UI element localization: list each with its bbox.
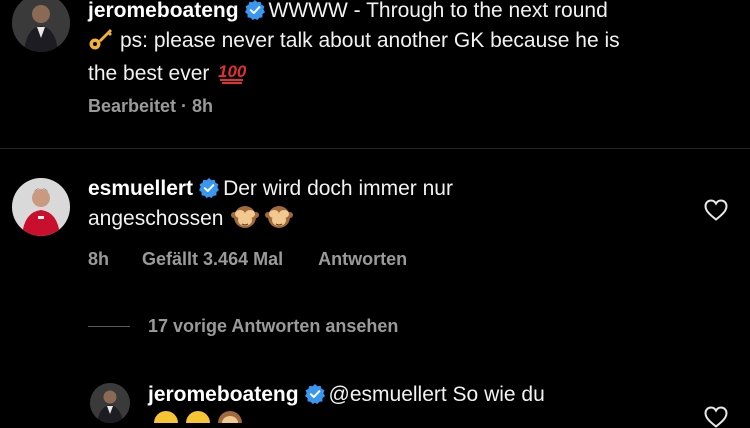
tears-of-joy-emoji — [152, 409, 180, 423]
comment-body-jeromeboateng: jeromeboateng WWWW - Through to the next … — [88, 0, 738, 92]
verified-badge-icon — [199, 178, 220, 198]
verified-badge-icon — [244, 0, 265, 20]
comment-text-line-1: @esmuellert So wie du — [328, 383, 545, 406]
replies-divider-line — [88, 326, 130, 327]
see-no-evil-monkey-emoji — [265, 203, 294, 237]
svg-text:100: 100 — [218, 62, 247, 81]
comment-text-line-1: WWWW - Through to the next round — [268, 0, 608, 22]
reply-body-jeromeboateng: jeromeboateng @esmuellert So wie du — [148, 380, 688, 423]
avatar-jeromeboateng-reply[interactable] — [90, 383, 130, 423]
comment-text-line-3: the best ever — [88, 62, 210, 85]
verified-badge-icon — [304, 384, 325, 404]
view-replies-label: 17 vorige Antworten ansehen — [148, 316, 399, 336]
comment-body-esmuellert: esmuellert Der wird doch immer nur angesc… — [88, 174, 688, 237]
comment-text-line-1: Der wird doch immer nur — [223, 177, 453, 200]
comment-text-line-2: angeschossen — [88, 207, 224, 230]
see-no-evil-monkey-emoji — [231, 203, 260, 237]
section-divider — [0, 148, 750, 149]
see-no-evil-monkey-emoji — [216, 409, 244, 423]
comment-username[interactable]: esmuellert — [88, 177, 193, 200]
tears-of-joy-emoji — [184, 409, 212, 423]
comment-username[interactable]: jeromeboateng — [148, 383, 299, 406]
comment-meta-esmuellert: 8h Gefällt 3.464 Mal Antworten — [88, 249, 407, 270]
key-emoji — [88, 25, 114, 59]
reply-button[interactable]: Antworten — [318, 249, 407, 270]
like-heart-icon[interactable] — [704, 199, 728, 221]
avatar-jeromeboateng-top[interactable] — [12, 0, 70, 52]
edited-time-label: Bearbeitet · 8h — [88, 96, 214, 116]
comment-time: 8h — [88, 249, 110, 269]
avatar-esmuellert[interactable] — [12, 178, 70, 236]
comment-username[interactable]: jeromeboateng — [88, 0, 239, 22]
avatar-image — [12, 0, 70, 52]
comment-text-line-2: ps: please never talk about another GK b… — [120, 29, 620, 52]
hundred-points-emoji: 100 — [217, 60, 247, 92]
comment-meta-edited: Bearbeitet · 8h — [88, 96, 213, 117]
likes-count-link[interactable]: Gefällt 3.464 Mal — [142, 249, 283, 270]
avatar-image — [12, 178, 70, 236]
view-previous-replies-button[interactable]: 17 vorige Antworten ansehen — [148, 316, 398, 337]
avatar-image — [90, 383, 130, 423]
like-heart-icon[interactable] — [704, 406, 728, 428]
